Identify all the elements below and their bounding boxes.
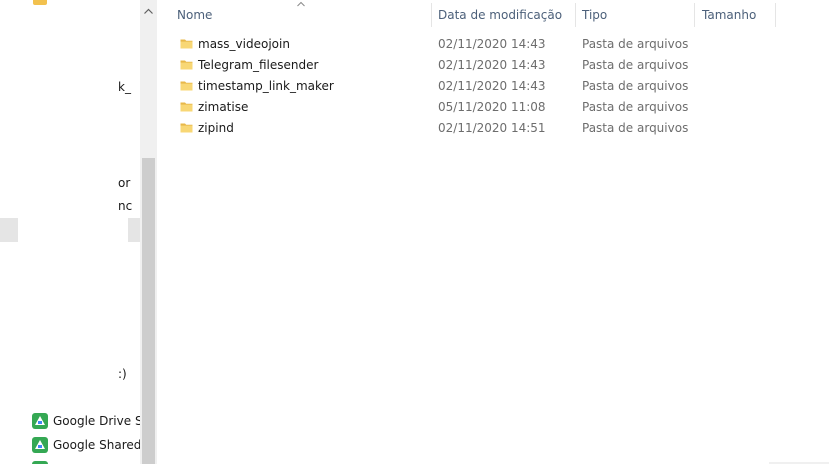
nav-item-fragment[interactable]: nc bbox=[118, 198, 132, 214]
quick-access-pin-icon bbox=[33, 0, 47, 5]
file-modified-date: 05/11/2020 11:08 bbox=[438, 99, 546, 114]
column-header-name[interactable]: Nome bbox=[157, 0, 432, 30]
column-header-modified[interactable]: Data de modificação bbox=[432, 0, 576, 30]
column-header-type[interactable]: Tipo bbox=[576, 0, 695, 30]
file-row[interactable]: Telegram_filesender 02/11/2020 14:43 Pas… bbox=[157, 54, 829, 75]
file-name: mass_videojoin bbox=[198, 36, 290, 51]
nav-item-partial[interactable] bbox=[32, 460, 53, 464]
nav-item-fragment[interactable]: or bbox=[118, 175, 130, 191]
navigation-pane: k_ or nc :) Google Drive Sha Google Shar… bbox=[0, 0, 140, 464]
nav-item-label: Google Shared d bbox=[53, 438, 140, 452]
file-row[interactable]: mass_videojoin 02/11/2020 14:43 Pasta de… bbox=[157, 33, 829, 54]
file-name: zimatise bbox=[198, 99, 249, 114]
file-explorer-window: k_ or nc :) Google Drive Sha Google Shar… bbox=[0, 0, 829, 464]
file-name-cell[interactable]: timestamp_link_maker bbox=[180, 79, 334, 93]
scrollbar-thumb[interactable] bbox=[142, 158, 155, 464]
folder-icon bbox=[180, 81, 193, 91]
file-modified-date: 02/11/2020 14:43 bbox=[438, 78, 546, 93]
file-type: Pasta de arquivos bbox=[582, 120, 689, 135]
file-type: Pasta de arquivos bbox=[582, 57, 689, 72]
file-name: zipind bbox=[198, 120, 234, 135]
nav-item-drive-fragment[interactable]: :) bbox=[118, 366, 127, 382]
google-drive-icon bbox=[32, 413, 48, 429]
nav-item-label: Google Drive Sha bbox=[53, 414, 140, 428]
file-name: timestamp_link_maker bbox=[198, 78, 334, 93]
file-modified-date: 02/11/2020 14:51 bbox=[438, 120, 546, 135]
file-type: Pasta de arquivos bbox=[582, 78, 689, 93]
column-header-size[interactable]: Tamanho bbox=[695, 0, 776, 30]
nav-item-google-drive-shared[interactable]: Google Drive Sha bbox=[32, 412, 140, 430]
column-header-label: Nome bbox=[177, 8, 213, 22]
folder-icon bbox=[180, 60, 193, 70]
file-list: mass_videojoin 02/11/2020 14:43 Pasta de… bbox=[157, 33, 829, 138]
column-header-label: Tamanho bbox=[702, 8, 757, 22]
file-modified-date: 02/11/2020 14:43 bbox=[438, 36, 546, 51]
file-list-pane: Nome Data de modificação Tipo Tamanho ma… bbox=[157, 0, 829, 464]
column-header-label: Data de modificação bbox=[438, 8, 563, 22]
column-divider[interactable] bbox=[775, 3, 776, 27]
column-header-label: Tipo bbox=[582, 8, 608, 22]
google-drive-icon bbox=[32, 437, 48, 453]
nav-item-fragment[interactable]: k_ bbox=[118, 79, 131, 95]
scroll-up-icon[interactable] bbox=[140, 0, 157, 22]
nav-item-hover-highlight[interactable] bbox=[0, 218, 18, 242]
folder-icon bbox=[180, 123, 193, 133]
file-modified-date: 02/11/2020 14:43 bbox=[438, 57, 546, 72]
nav-item-hover-highlight[interactable] bbox=[128, 218, 140, 242]
nav-item-google-shared-drives[interactable]: Google Shared d bbox=[32, 436, 140, 454]
navigation-pane-scrollbar[interactable] bbox=[140, 0, 157, 464]
file-row[interactable]: zimatise 05/11/2020 11:08 Pasta de arqui… bbox=[157, 96, 829, 117]
file-name-cell[interactable]: zimatise bbox=[180, 100, 248, 114]
file-name-cell[interactable]: mass_videojoin bbox=[180, 37, 290, 51]
file-name-cell[interactable]: Telegram_filesender bbox=[180, 58, 318, 72]
file-name-cell[interactable]: zipind bbox=[180, 121, 234, 135]
file-row[interactable]: zipind 02/11/2020 14:51 Pasta de arquivo… bbox=[157, 117, 829, 138]
file-name: Telegram_filesender bbox=[198, 57, 319, 72]
file-row[interactable]: timestamp_link_maker 02/11/2020 14:43 Pa… bbox=[157, 75, 829, 96]
file-type: Pasta de arquivos bbox=[582, 99, 689, 114]
folder-icon bbox=[180, 39, 193, 49]
folder-icon bbox=[180, 102, 193, 112]
file-type: Pasta de arquivos bbox=[582, 36, 689, 51]
